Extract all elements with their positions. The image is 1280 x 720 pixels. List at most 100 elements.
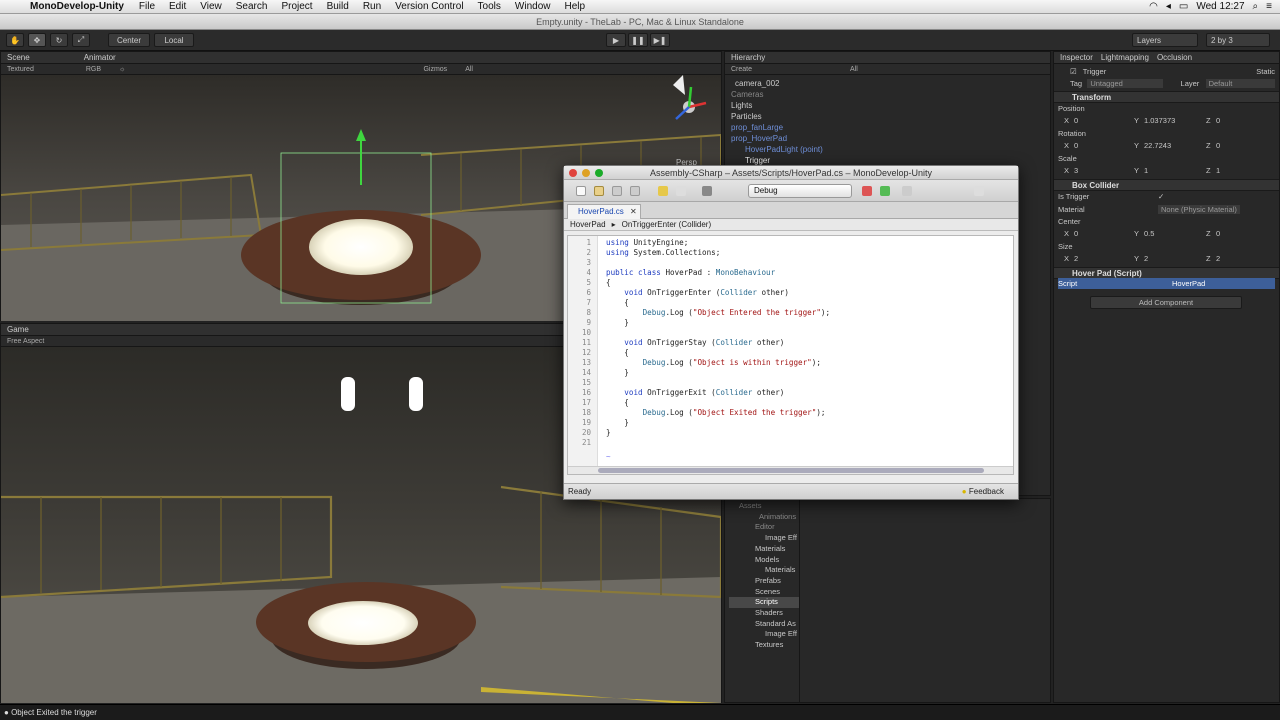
breadcrumb-class[interactable]: HoverPad (570, 220, 606, 229)
close-window-button[interactable] (569, 169, 577, 177)
notification-center-icon[interactable]: ≡ (1266, 1, 1272, 12)
new-file-icon[interactable] (576, 186, 586, 196)
menu-help[interactable]: Help (557, 1, 592, 12)
search-icon[interactable] (974, 186, 984, 196)
size-x-field[interactable]: 2 (1074, 254, 1134, 263)
unity-statusbar[interactable]: ● Object Exited the trigger (0, 704, 1280, 720)
pivot-center-toggle[interactable]: Center (108, 33, 150, 47)
scale-x-field[interactable]: 3 (1074, 166, 1134, 175)
menu-build[interactable]: Build (320, 1, 356, 12)
play-button[interactable]: ▶ (606, 33, 626, 47)
transform-component-header[interactable]: Transform (1054, 91, 1279, 103)
position-z-field[interactable]: 0 (1216, 116, 1220, 125)
tab-scene[interactable]: Scene (7, 53, 30, 62)
save-all-icon[interactable] (630, 186, 640, 196)
project-folder[interactable]: Assets (729, 501, 799, 512)
wifi-icon[interactable]: ◠ (1149, 1, 1158, 12)
project-folder[interactable]: Image Eff (729, 533, 799, 544)
project-folder[interactable]: Standard As (729, 619, 799, 630)
rotate-tool-icon[interactable]: ↻ (50, 33, 68, 47)
pause-button[interactable]: ❚❚ (628, 33, 648, 47)
menu-edit[interactable]: Edit (162, 1, 193, 12)
position-x-field[interactable]: 0 (1074, 116, 1134, 125)
project-folder[interactable]: Image Eff (729, 629, 799, 640)
undo-icon[interactable] (658, 186, 668, 196)
is-trigger-checkbox[interactable]: ✓ (1158, 192, 1164, 201)
step-over-icon[interactable] (902, 186, 912, 196)
hierarchy-create-dropdown[interactable]: Create (731, 66, 752, 73)
step-button[interactable]: ▶❚ (650, 33, 670, 47)
save-icon[interactable] (612, 186, 622, 196)
menubar-clock[interactable]: Wed 12:27 (1196, 1, 1244, 12)
menu-view[interactable]: View (193, 1, 229, 12)
project-folder[interactable]: Scenes (729, 587, 799, 598)
build-config-dropdown[interactable]: Debug (748, 184, 852, 198)
project-folder[interactable]: Textures (729, 640, 799, 651)
project-folder[interactable]: Shaders (729, 608, 799, 619)
hierarchy-item[interactable]: camera_002 (731, 78, 1050, 89)
build-icon[interactable] (862, 186, 872, 196)
pivot-space-toggle[interactable]: Local (154, 33, 194, 47)
active-checkbox[interactable]: ☑ (1070, 67, 1077, 76)
zoom-window-button[interactable] (595, 169, 603, 177)
size-y-field[interactable]: 2 (1144, 254, 1206, 263)
layout-dropdown[interactable]: 2 by 3 (1206, 33, 1270, 47)
project-folder[interactable]: Prefabs (729, 576, 799, 587)
project-folder-selected[interactable]: Scripts (729, 597, 799, 609)
hierarchy-search-field[interactable]: All (850, 66, 858, 73)
project-folder[interactable]: Models (729, 555, 799, 566)
attach-debugger-icon[interactable] (702, 186, 712, 196)
rotation-z-field[interactable]: 0 (1216, 141, 1220, 150)
hierarchy-item[interactable]: Particles (731, 111, 1050, 122)
center-x-field[interactable]: 0 (1074, 229, 1134, 238)
project-folder[interactable]: Animations (729, 512, 799, 523)
tab-lightmapping[interactable]: Lightmapping (1101, 53, 1149, 62)
menu-run[interactable]: Run (356, 1, 388, 12)
volume-icon[interactable]: ◂ (1166, 1, 1171, 12)
tag-dropdown[interactable]: Untagged (1087, 79, 1163, 88)
center-y-field[interactable]: 0.5 (1144, 229, 1206, 238)
size-z-field[interactable]: 2 (1216, 254, 1220, 263)
feedback-button[interactable]: ● Feedback (962, 484, 1004, 500)
scrollbar-thumb[interactable] (598, 468, 984, 473)
static-checkbox[interactable]: Static (1256, 67, 1275, 76)
menu-project[interactable]: Project (274, 1, 319, 12)
close-tab-icon[interactable]: ✕ (630, 207, 637, 216)
add-component-button[interactable]: Add Component (1090, 296, 1242, 309)
object-name-field[interactable]: Trigger (1083, 67, 1106, 76)
center-z-field[interactable]: 0 (1216, 229, 1220, 238)
hierarchy-item[interactable]: prop_HoverPad (731, 133, 1050, 144)
spotlight-search-icon[interactable]: ⌕ (1253, 1, 1259, 12)
hierarchy-item[interactable]: HoverPadLight (point) (731, 144, 1050, 155)
menu-file[interactable]: File (132, 1, 162, 12)
scale-tool-icon[interactable]: ⤢ (72, 33, 90, 47)
tab-hoverpad-cs[interactable]: HoverPad.cs ✕ (567, 204, 641, 219)
tab-inspector[interactable]: Inspector (1060, 53, 1093, 62)
tab-occlusion[interactable]: Occlusion (1157, 53, 1192, 62)
move-tool-icon[interactable]: ✥ (28, 33, 46, 47)
gizmos-dropdown[interactable]: Gizmos (423, 66, 447, 73)
minimize-window-button[interactable] (582, 169, 590, 177)
code-editor[interactable]: 1 2 3 4 5 6 7 8 9 10 11 12 13 14 15 16 17 18 19 20 21 using … (567, 235, 1014, 475)
tab-animator[interactable]: Animator (84, 53, 116, 62)
layers-dropdown[interactable]: Layers (1132, 33, 1198, 47)
redo-icon[interactable] (676, 186, 686, 196)
scale-y-field[interactable]: 1 (1144, 166, 1206, 175)
script-field[interactable]: HoverPad (1172, 279, 1205, 288)
rotation-y-field[interactable]: 22.7243 (1144, 141, 1206, 150)
battery-icon[interactable]: ▭ (1179, 1, 1188, 12)
run-icon[interactable] (880, 186, 890, 196)
menu-app-name[interactable]: MonoDevelop-Unity (24, 1, 132, 12)
menu-window[interactable]: Window (508, 1, 558, 12)
breadcrumb-method[interactable]: OnTriggerEnter (Collider) (622, 220, 712, 229)
horizontal-scrollbar[interactable] (568, 466, 1013, 474)
scene-lighting-icon[interactable]: ☼ (119, 66, 125, 73)
menu-search[interactable]: Search (229, 1, 275, 12)
box-collider-component-header[interactable]: Box Collider (1054, 179, 1279, 191)
menu-tools[interactable]: Tools (471, 1, 508, 12)
menu-version-control[interactable]: Version Control (388, 1, 470, 12)
scale-z-field[interactable]: 1 (1216, 166, 1220, 175)
project-folder[interactable]: Materials (729, 544, 799, 555)
layer-dropdown[interactable]: Default (1205, 79, 1275, 88)
material-field[interactable]: None (Physic Material) (1158, 205, 1240, 214)
